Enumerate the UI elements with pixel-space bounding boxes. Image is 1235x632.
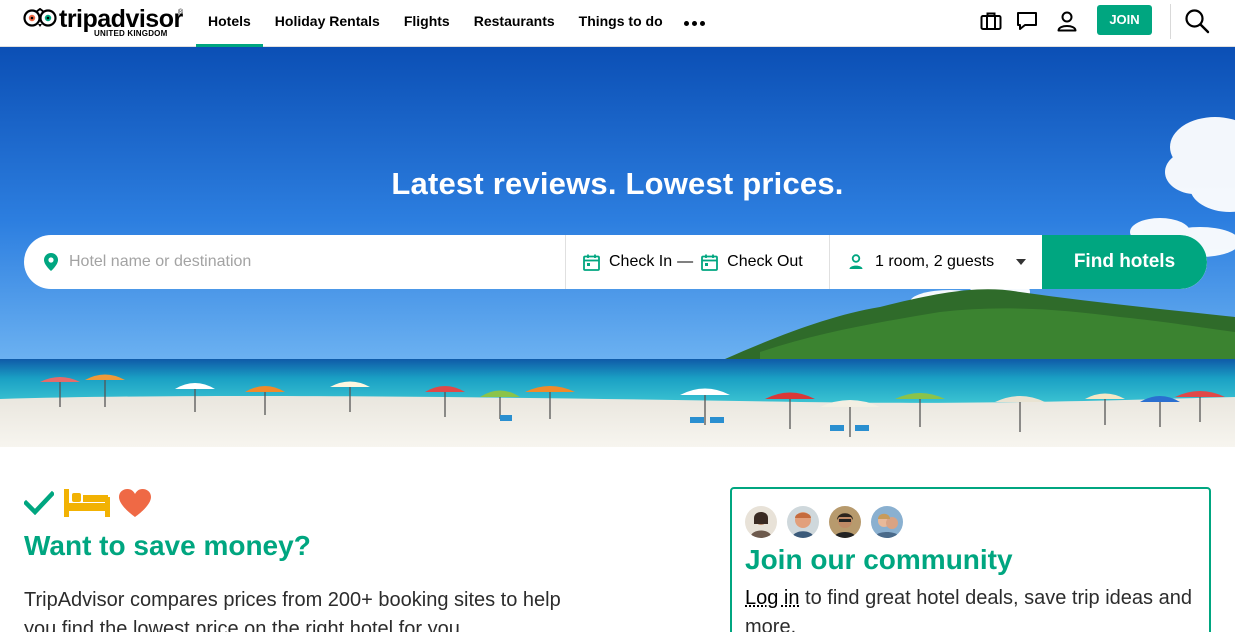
avatar [829, 506, 861, 538]
community-text: to find great hotel deals, save trip ide… [745, 587, 1192, 632]
destination-input[interactable] [69, 253, 509, 271]
promo-icons [24, 488, 152, 518]
check-in-label: Check In [609, 253, 673, 270]
nav-restaurants[interactable]: Restaurants [462, 0, 567, 47]
guests-selector[interactable]: 1 room, 2 guests [830, 235, 1042, 289]
check-out-field[interactable]: Check Out [701, 253, 803, 271]
check-in-field[interactable]: Check In [583, 253, 672, 271]
search-icon[interactable] [1184, 8, 1210, 34]
logo-region: UNITED KINGDOM [94, 29, 168, 38]
member-avatars [745, 506, 903, 538]
community-title: Join our community [745, 544, 1013, 575]
hero-banner: Latest reviews. Lowest prices. Check In … [0, 47, 1235, 447]
person-icon [849, 254, 863, 269]
bed-icon [64, 489, 110, 517]
avatar [871, 506, 903, 538]
hero-title: Latest reviews. Lowest prices. [391, 166, 844, 201]
guests-label: 1 room, 2 guests [875, 253, 995, 270]
check-out-label: Check Out [727, 253, 803, 270]
main-nav: Hotels Holiday Rentals Flights Restauran… [196, 0, 715, 47]
nav-holiday-rentals[interactable]: Holiday Rentals [263, 0, 392, 47]
nav-hotels[interactable]: Hotels [196, 0, 263, 47]
community-description: Log in to find great hotel deals, save t… [745, 584, 1205, 632]
messages-icon[interactable] [1015, 9, 1039, 33]
dates-field: Check In — Check Out [566, 235, 830, 289]
log-in-link[interactable]: Log in [745, 587, 800, 609]
logo-registered-mark: ® [178, 9, 184, 16]
calendar-icon [701, 254, 719, 271]
calendar-icon [583, 254, 600, 271]
avatar [745, 506, 777, 538]
avatar [787, 506, 819, 538]
promo-title: Want to save money? [24, 530, 311, 561]
checkmark-icon [24, 491, 54, 515]
heart-icon [119, 489, 151, 517]
find-hotels-button[interactable]: Find hotels [1042, 235, 1207, 289]
nav-things-to-do[interactable]: Things to do [567, 0, 675, 47]
promo-description: TripAdvisor compares prices from 200+ bo… [24, 589, 561, 632]
trips-suitcase-icon[interactable] [979, 9, 1003, 33]
date-separator: — [677, 253, 694, 270]
community-card: Join our community Log in to find great … [730, 487, 1211, 632]
tripadvisor-logo[interactable]: tripadvisor ® UNITED KINGDOM [23, 5, 185, 40]
owl-logo-icon [23, 8, 57, 27]
more-dots-icon [684, 21, 706, 26]
profile-icon[interactable] [1055, 9, 1079, 33]
more-menu-button[interactable] [675, 0, 715, 47]
destination-field[interactable] [24, 235, 566, 289]
top-navigation-bar: tripadvisor ® UNITED KINGDOM Hotels Holi… [0, 0, 1235, 47]
header-divider [1170, 4, 1171, 39]
chevron-down-icon [1016, 259, 1027, 265]
map-pin-icon [44, 253, 58, 271]
nav-flights[interactable]: Flights [392, 0, 462, 47]
hotel-search-bar: Check In — Check Out 1 room, 2 guests [24, 235, 1207, 289]
join-button[interactable]: JOIN [1097, 5, 1152, 35]
